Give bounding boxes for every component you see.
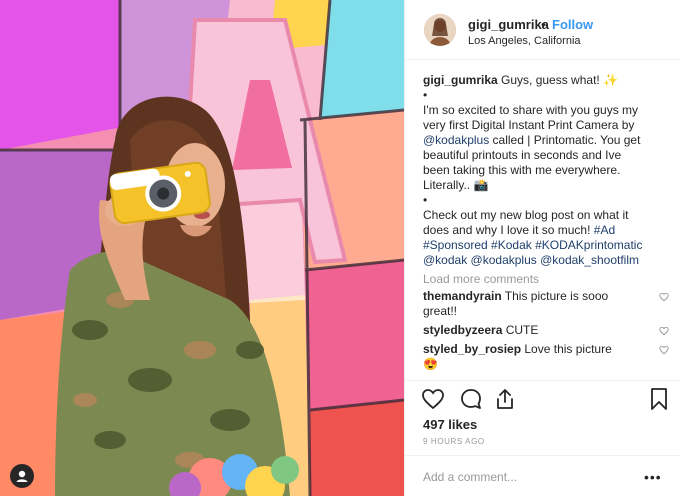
caption: gigi_gumrika Guys, guess what! ✨ • I'm s… — [423, 73, 669, 268]
load-more-comments-button[interactable]: Load more comments — [423, 272, 669, 287]
divider — [405, 380, 679, 381]
add-comment-input[interactable]: Add a comment... — [423, 470, 517, 484]
post-details-panel: gigi_gumrika • Follow Los Angeles, Calif… — [404, 0, 679, 496]
post-header: gigi_gumrika • Follow Los Angeles, Calif… — [405, 0, 679, 60]
caption-text: Check out my new blog post on what it — [423, 208, 629, 222]
heart-icon[interactable] — [659, 326, 669, 336]
comments-section: gigi_gumrika Guys, guess what! ✨ • I'm s… — [423, 73, 669, 372]
comment-username[interactable]: styledbyzeera — [423, 323, 502, 337]
caption-username[interactable]: gigi_gumrika — [423, 73, 498, 87]
heart-icon[interactable] — [659, 345, 669, 355]
caption-text: does and why I love it so much! — [423, 223, 594, 237]
post-image — [0, 0, 404, 496]
caption-text: I'm so excited to share with you guys my — [423, 103, 639, 117]
comment-item: themandyrain This picture is sooo great!… — [423, 289, 669, 319]
caption-bullet: • — [423, 88, 428, 102]
comment-item: styled_by_rosiep Love this picture 😍 — [423, 342, 669, 372]
likes-count[interactable]: 497 likes — [423, 417, 477, 432]
comment-item: styledbyzeera CUTE — [423, 323, 669, 338]
hashtag-link[interactable]: #Ad — [594, 223, 615, 237]
caption-text: Guys, guess what! ✨ — [497, 73, 619, 87]
user-icon[interactable] — [10, 464, 34, 488]
comment-text: Love this picture — [521, 342, 612, 356]
heart-icon[interactable] — [659, 292, 669, 302]
mention-link[interactable]: @kodakplus — [423, 133, 489, 147]
location-link[interactable]: Los Angeles, California — [468, 35, 581, 47]
header-separator: • — [541, 17, 546, 32]
comment-username[interactable]: themandyrain — [423, 289, 502, 303]
caption-bullet: • — [423, 193, 428, 207]
post-photo[interactable] — [0, 0, 404, 496]
caption-text: beautiful printouts in seconds and Ive — [423, 148, 622, 162]
header-username[interactable]: gigi_gumrika — [468, 17, 549, 32]
caption-text: called | Printomatic. You get — [489, 133, 641, 147]
comment-text: great!! — [423, 304, 458, 318]
more-options-icon[interactable]: ••• — [644, 469, 662, 485]
caption-text: Literally.. 📸 — [423, 178, 489, 192]
bookmark-icon[interactable] — [647, 387, 671, 411]
caption-text: been taking this with me everywhere. — [423, 163, 621, 177]
divider — [405, 455, 679, 456]
heart-icon[interactable] — [421, 387, 445, 411]
caption-text: very first Digital Instant Print Camera … — [423, 118, 635, 132]
comment-icon[interactable] — [459, 387, 483, 411]
comment-text: CUTE — [502, 323, 539, 337]
comment-username[interactable]: styled_by_rosiep — [423, 342, 521, 356]
hashtag-links[interactable]: #Sponsored #Kodak #KODAKprintomatic — [423, 238, 669, 253]
action-bar — [421, 387, 667, 413]
follow-button[interactable]: Follow — [552, 17, 593, 32]
mention-links[interactable]: @kodak @kodakplus @kodak_shootfilm — [423, 253, 669, 268]
post-timestamp: 9 HOURS AGO — [423, 437, 485, 446]
share-icon[interactable] — [493, 387, 517, 411]
comment-text: 😍 — [423, 357, 438, 371]
avatar[interactable] — [424, 14, 456, 46]
comment-text: This picture is sooo — [501, 289, 609, 303]
